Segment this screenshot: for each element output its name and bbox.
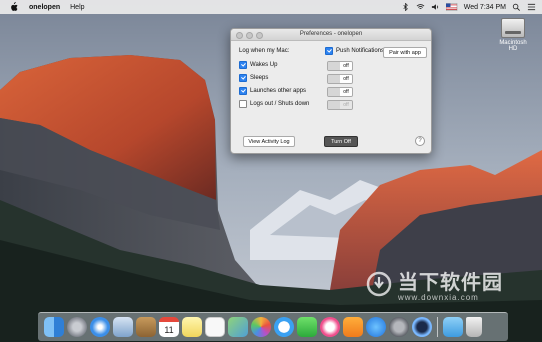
wakes-up-toggle[interactable]: off bbox=[327, 61, 353, 71]
sleeps-checkbox[interactable] bbox=[239, 74, 247, 82]
event-row-sleeps: Sleeps bbox=[239, 74, 268, 82]
dock-separator bbox=[437, 317, 438, 337]
photos-icon[interactable] bbox=[251, 317, 271, 337]
system-preferences-icon[interactable] bbox=[389, 317, 409, 337]
itunes-icon[interactable] bbox=[320, 317, 340, 337]
dock: 11 bbox=[38, 312, 508, 341]
sleeps-toggle-value: off bbox=[340, 75, 352, 83]
app-store-icon[interactable] bbox=[366, 317, 386, 337]
wakes-up-toggle-value: off bbox=[340, 62, 352, 70]
bluetooth-icon[interactable] bbox=[401, 3, 410, 11]
ibooks-icon[interactable] bbox=[343, 317, 363, 337]
push-notifications-checkbox[interactable] bbox=[325, 47, 333, 55]
maps-icon[interactable] bbox=[228, 317, 248, 337]
apple-menu-icon[interactable] bbox=[9, 2, 19, 12]
watermark: 当下软件园 www.downxia.com bbox=[366, 266, 503, 302]
finder-icon[interactable] bbox=[44, 317, 64, 337]
sleeps-label: Sleeps bbox=[250, 75, 269, 81]
reminders-icon[interactable] bbox=[205, 317, 225, 337]
logs-out-toggle-track bbox=[328, 101, 340, 109]
messages-icon[interactable] bbox=[274, 317, 294, 337]
clock[interactable]: Wed 7:34 PM bbox=[464, 4, 506, 11]
notes-icon[interactable] bbox=[182, 317, 202, 337]
sleeps-toggle-track bbox=[328, 75, 340, 83]
safari-icon[interactable] bbox=[90, 317, 110, 337]
close-button[interactable] bbox=[236, 32, 243, 39]
launches-apps-toggle[interactable]: off bbox=[327, 87, 353, 97]
traffic-lights bbox=[236, 32, 263, 39]
pair-with-app-button[interactable]: Pair with app bbox=[383, 47, 427, 58]
push-notifications-label: Push Notifications: bbox=[336, 48, 386, 54]
event-row-logs-out: Logs out / Shuts down bbox=[239, 100, 309, 108]
watermark-logo-icon bbox=[366, 271, 392, 297]
launchpad-icon[interactable] bbox=[67, 317, 87, 337]
preferences-content: Log when my Mac: Wakes Up off Sleeps off… bbox=[231, 40, 431, 153]
wakes-up-label: Wakes Up bbox=[250, 62, 278, 68]
launches-apps-checkbox[interactable] bbox=[239, 87, 247, 95]
wakes-up-checkbox[interactable] bbox=[239, 61, 247, 69]
logs-out-label: Logs out / Shuts down bbox=[250, 101, 310, 107]
downloads-folder-icon[interactable] bbox=[443, 317, 463, 337]
logs-out-toggle[interactable]: off bbox=[327, 100, 353, 110]
app-menu[interactable]: onelopen bbox=[29, 4, 60, 11]
flag-icon[interactable] bbox=[445, 3, 458, 11]
launches-apps-toggle-track bbox=[328, 88, 340, 96]
hard-disk-icon bbox=[501, 18, 525, 38]
contacts-icon[interactable] bbox=[136, 317, 156, 337]
facetime-icon[interactable] bbox=[297, 317, 317, 337]
menu-bar: onelopen Help Wed 7:34 PM bbox=[0, 0, 542, 14]
desktop: onelopen Help Wed 7:34 PM Macintosh HD P… bbox=[0, 0, 542, 342]
status-area: Wed 7:34 PM bbox=[401, 0, 536, 14]
logs-out-toggle-value: off bbox=[340, 101, 352, 109]
help-menu[interactable]: Help bbox=[70, 4, 84, 11]
launches-apps-label: Launches other apps bbox=[250, 88, 307, 94]
volume-icon[interactable] bbox=[431, 3, 440, 11]
event-row-launches: Launches other apps bbox=[239, 87, 306, 95]
preferences-window: Preferences - onelopen Log when my Mac: … bbox=[230, 28, 432, 154]
push-notifications-option: Push Notifications: bbox=[325, 47, 386, 55]
zoom-button[interactable] bbox=[256, 32, 263, 39]
log-heading: Log when my Mac: bbox=[239, 48, 290, 54]
window-title: Preferences - onelopen bbox=[299, 31, 363, 37]
disk-label: Macintosh HD bbox=[499, 40, 527, 52]
onelopen-icon[interactable] bbox=[412, 317, 432, 337]
wakes-up-toggle-track bbox=[328, 62, 340, 70]
launches-apps-toggle-value: off bbox=[340, 88, 352, 96]
watermark-text: 当下软件园 bbox=[398, 272, 503, 294]
turn-off-button[interactable]: Turn Off bbox=[324, 136, 358, 147]
calendar-icon[interactable]: 11 bbox=[159, 317, 179, 337]
trash-icon[interactable] bbox=[466, 317, 482, 337]
mail-icon[interactable] bbox=[113, 317, 133, 337]
macintosh-hd-disk[interactable]: Macintosh HD bbox=[496, 18, 530, 52]
watermark-text-block: 当下软件园 www.downxia.com bbox=[398, 266, 503, 302]
sleeps-toggle[interactable]: off bbox=[327, 74, 353, 84]
notification-center-icon[interactable] bbox=[527, 3, 536, 11]
wifi-icon[interactable] bbox=[416, 3, 425, 11]
spotlight-icon[interactable] bbox=[512, 3, 521, 11]
logs-out-checkbox[interactable] bbox=[239, 100, 247, 108]
event-row-wakes-up: Wakes Up bbox=[239, 61, 277, 69]
view-activity-log-button[interactable]: View Activity Log bbox=[243, 136, 295, 147]
minimize-button[interactable] bbox=[246, 32, 253, 39]
help-button[interactable]: ? bbox=[415, 136, 425, 146]
